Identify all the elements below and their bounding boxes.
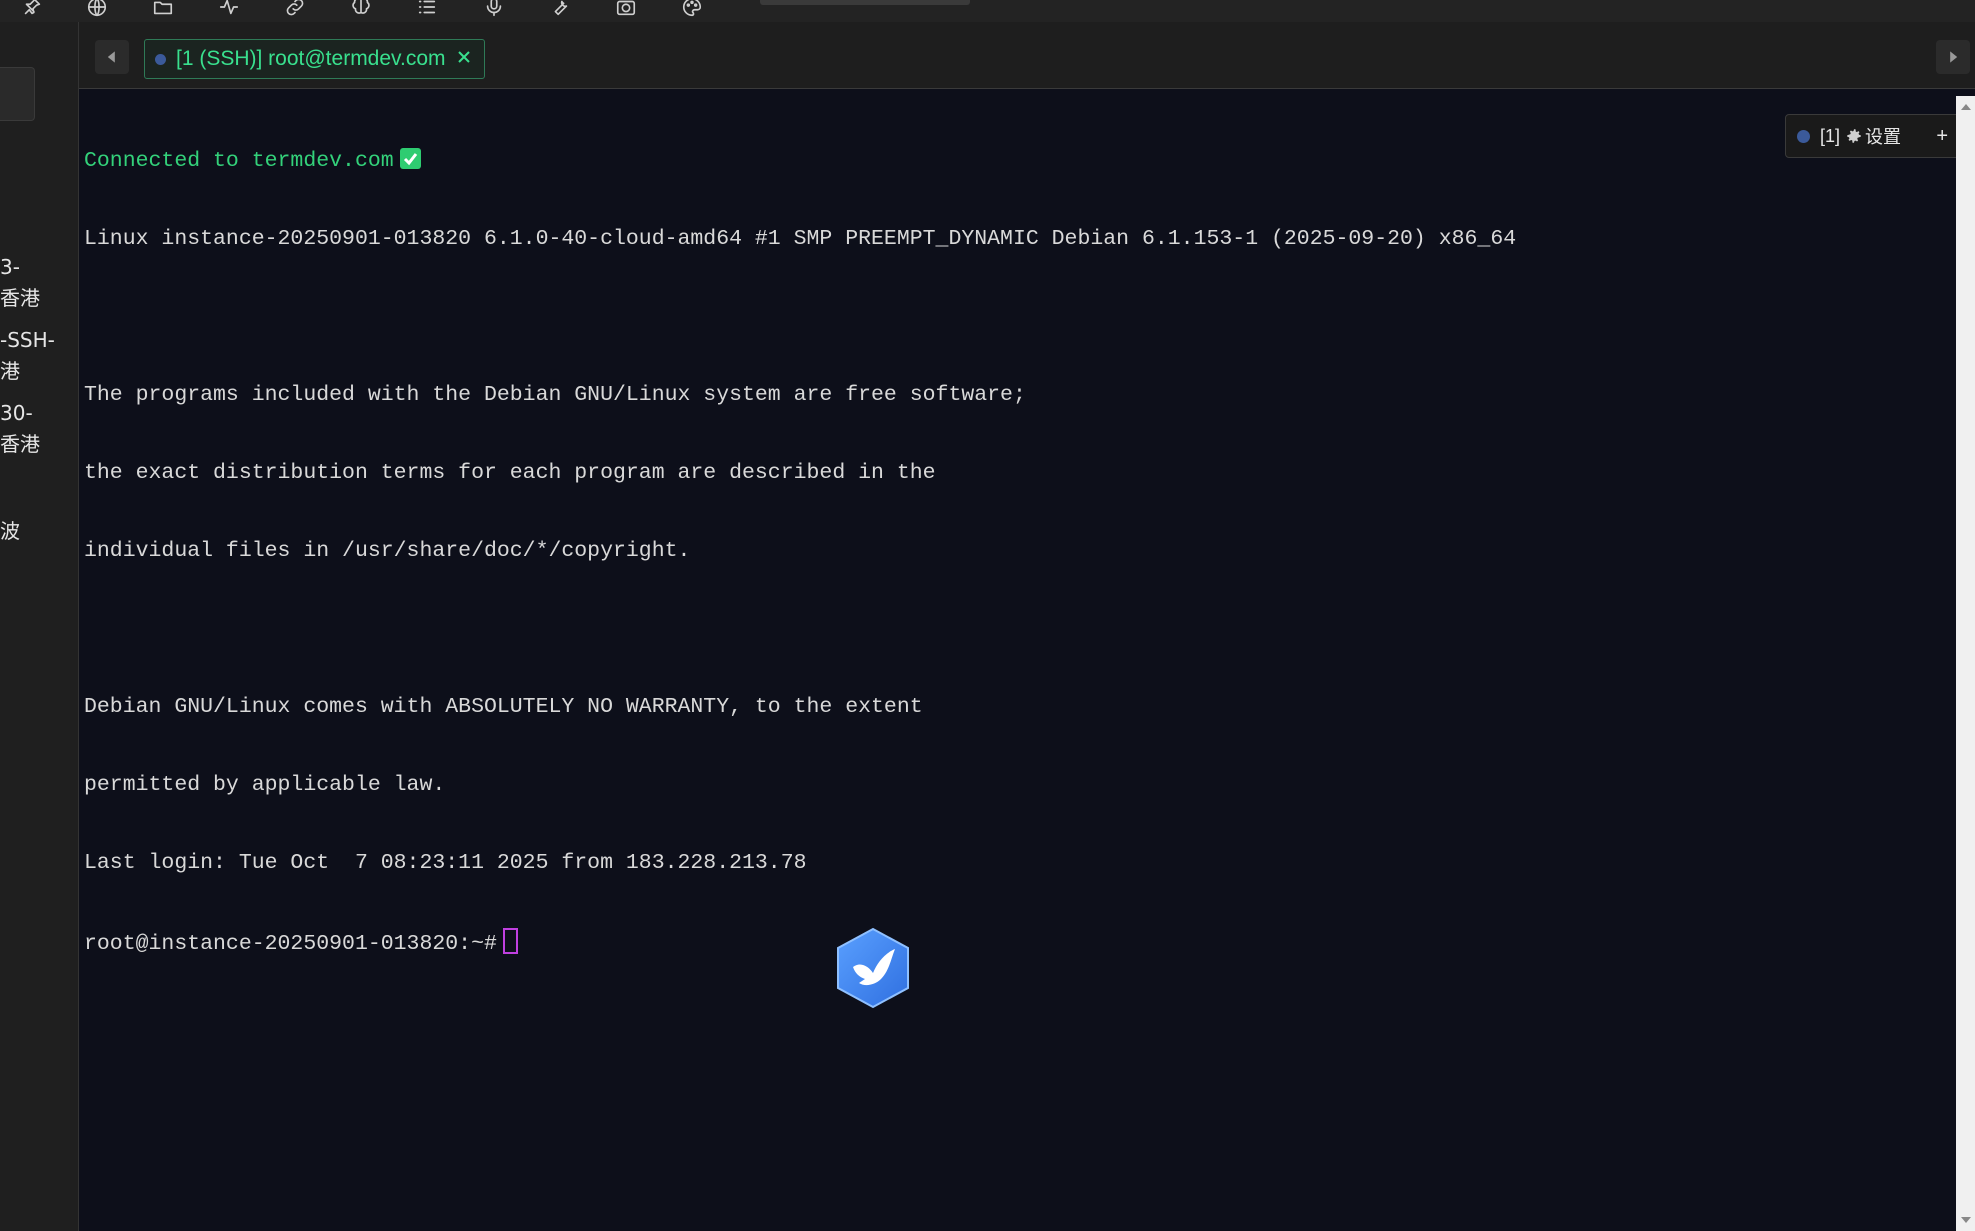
status-dot [155, 53, 166, 65]
terminal-line: individual files in /usr/share/doc/*/cop… [84, 539, 691, 563]
pin-icon[interactable] [20, 0, 44, 18]
tooltip-remnant [760, 0, 970, 5]
connected-message: Connected to termdev.com [84, 149, 394, 173]
folder-icon[interactable] [151, 0, 175, 18]
activity-icon[interactable] [217, 0, 241, 18]
link-icon[interactable] [283, 0, 307, 18]
globe-icon[interactable] [85, 0, 109, 18]
wrench-icon[interactable] [548, 0, 572, 18]
terminal-view[interactable]: Connected to termdev.com Linux instance-… [84, 96, 1956, 1231]
add-button[interactable]: + [1936, 125, 1948, 148]
status-dot [1797, 129, 1810, 143]
tab-scroll-right-button[interactable] [1936, 40, 1970, 74]
sidebar-item-label[interactable]: 30- [0, 398, 33, 428]
top-toolbar [0, 0, 1975, 22]
palette-icon[interactable] [680, 0, 704, 18]
gear-icon[interactable] [1845, 126, 1863, 147]
terminal-line: The programs included with the Debian GN… [84, 383, 1026, 407]
scroll-up-icon[interactable] [1961, 104, 1971, 110]
app-logo-icon [837, 927, 909, 1009]
settings-button[interactable]: 设置 [1865, 123, 1901, 149]
shell-prompt: root@instance-20250901-013820:~# [84, 932, 497, 956]
brain-icon[interactable] [349, 0, 373, 18]
tab-scroll-left-button[interactable] [95, 40, 129, 74]
sidebar-search-box[interactable] [0, 67, 35, 121]
sidebar-item-label[interactable]: 香港 [0, 429, 40, 459]
sidebar-item-label[interactable]: 3- [0, 252, 20, 282]
tab-bar: [1 (SSH)] root@termdev.com [79, 22, 1975, 89]
session-floating-panel: [1] 设置 + [1785, 114, 1965, 158]
scroll-down-icon[interactable] [1961, 1217, 1971, 1223]
close-icon[interactable] [456, 47, 472, 71]
terminal-line: permitted by applicable law. [84, 773, 446, 797]
terminal-scrollbar[interactable] [1956, 96, 1975, 1231]
list-icon[interactable] [415, 0, 439, 18]
tab-label: [1 (SSH)] root@termdev.com [176, 47, 446, 70]
chevron-right-icon [1950, 51, 1958, 63]
camera-icon[interactable] [614, 0, 638, 18]
sidebar-item-label[interactable]: 波 [0, 516, 20, 546]
terminal-line: Linux instance-20250901-013820 6.1.0-40-… [84, 227, 1517, 251]
terminal-line: the exact distribution terms for each pr… [84, 461, 936, 485]
terminal-line: Last login: Tue Oct 7 08:23:11 2025 from… [84, 851, 807, 875]
terminal-line: Debian GNU/Linux comes with ABSOLUTELY N… [84, 695, 923, 719]
checkmark-icon [399, 148, 421, 169]
sidebar: 3- 香港 -SSH- 港 30- 香港 波 [0, 22, 79, 1231]
terminal-cursor [502, 928, 518, 954]
sidebar-item-label[interactable]: 港 [0, 356, 20, 386]
session-index: [1] [1820, 125, 1841, 146]
tab-ssh-session[interactable]: [1 (SSH)] root@termdev.com [144, 39, 485, 79]
sidebar-item-label[interactable]: -SSH- [0, 325, 55, 355]
microphone-icon[interactable] [482, 0, 506, 18]
chevron-left-icon [107, 51, 115, 63]
sidebar-item-label[interactable]: 香港 [0, 283, 40, 313]
terminal-output: Connected to termdev.com Linux instance-… [84, 96, 1516, 1006]
